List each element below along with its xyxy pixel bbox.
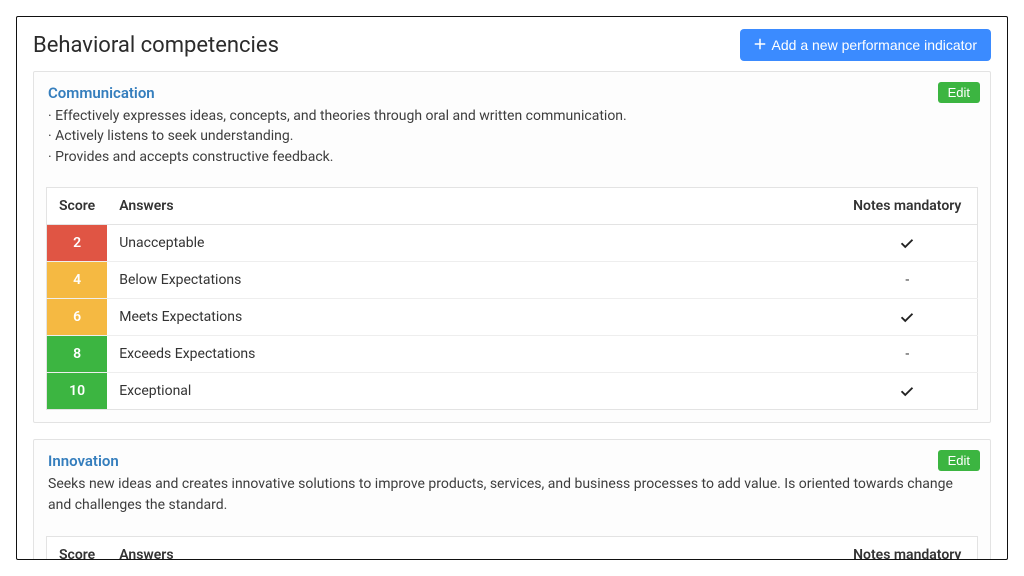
add-button-label: Add a new performance indicator [772, 37, 977, 53]
plus-icon [754, 37, 766, 53]
table-row: 6 Meets Expectations [47, 298, 978, 335]
check-icon [900, 383, 914, 399]
check-icon [900, 235, 914, 251]
bullet-line: Provides and accepts constructive feedba… [48, 147, 976, 167]
answer-cell: Exceptional [107, 372, 837, 409]
col-header-score: Score [47, 187, 108, 224]
table-row: 2 Unacceptable [47, 224, 978, 261]
page-header: Behavioral competencies Add a new perfor… [33, 29, 991, 61]
notes-mandatory-cell [838, 298, 978, 335]
answer-cell: Below Expectations [107, 261, 837, 298]
table-row: 10 Exceptional [47, 372, 978, 409]
notes-mandatory-cell [838, 224, 978, 261]
score-cell: 4 [47, 261, 108, 298]
col-header-answers: Answers [107, 187, 837, 224]
score-cell: 8 [47, 335, 108, 372]
edit-button[interactable]: Edit [938, 82, 980, 103]
page-container: Behavioral competencies Add a new perfor… [16, 16, 1008, 560]
col-header-notes: Notes mandatory [838, 187, 978, 224]
notes-mandatory-cell: - [838, 335, 978, 372]
col-header-notes: Notes mandatory [838, 536, 978, 560]
bullet-line: Actively listens to seek understanding. [48, 126, 976, 146]
answer-cell: Unacceptable [107, 224, 837, 261]
answer-cell: Exceeds Expectations [107, 335, 837, 372]
ratings-table: Score Answers Notes mandatory 2 Unaccept… [46, 536, 978, 560]
ratings-table: Score Answers Notes mandatory 2 Unaccept… [46, 187, 978, 410]
section-header: Communication Edit Effectively expresses… [34, 72, 990, 175]
section-title-link[interactable]: Communication [48, 84, 155, 102]
section-description: Seeks new ideas and creates innovative s… [48, 474, 976, 516]
table-row: 4 Below Expectations - [47, 261, 978, 298]
bullet-line: Effectively expresses ideas, concepts, a… [48, 106, 976, 126]
check-icon [900, 309, 914, 325]
score-cell: 10 [47, 372, 108, 409]
answer-cell: Meets Expectations [107, 298, 837, 335]
competency-section-innovation: Innovation Edit Seeks new ideas and crea… [33, 439, 991, 560]
page-title: Behavioral competencies [33, 33, 279, 58]
table-row: 8 Exceeds Expectations - [47, 335, 978, 372]
col-header-score: Score [47, 536, 108, 560]
section-header: Innovation Edit Seeks new ideas and crea… [34, 440, 990, 524]
edit-button[interactable]: Edit [938, 450, 980, 471]
competency-section-communication: Communication Edit Effectively expresses… [33, 71, 991, 423]
notes-mandatory-cell [838, 372, 978, 409]
score-cell: 2 [47, 224, 108, 261]
add-performance-indicator-button[interactable]: Add a new performance indicator [740, 29, 991, 61]
score-cell: 6 [47, 298, 108, 335]
col-header-answers: Answers [107, 536, 837, 560]
notes-mandatory-cell: - [838, 261, 978, 298]
section-title-link[interactable]: Innovation [48, 452, 119, 470]
